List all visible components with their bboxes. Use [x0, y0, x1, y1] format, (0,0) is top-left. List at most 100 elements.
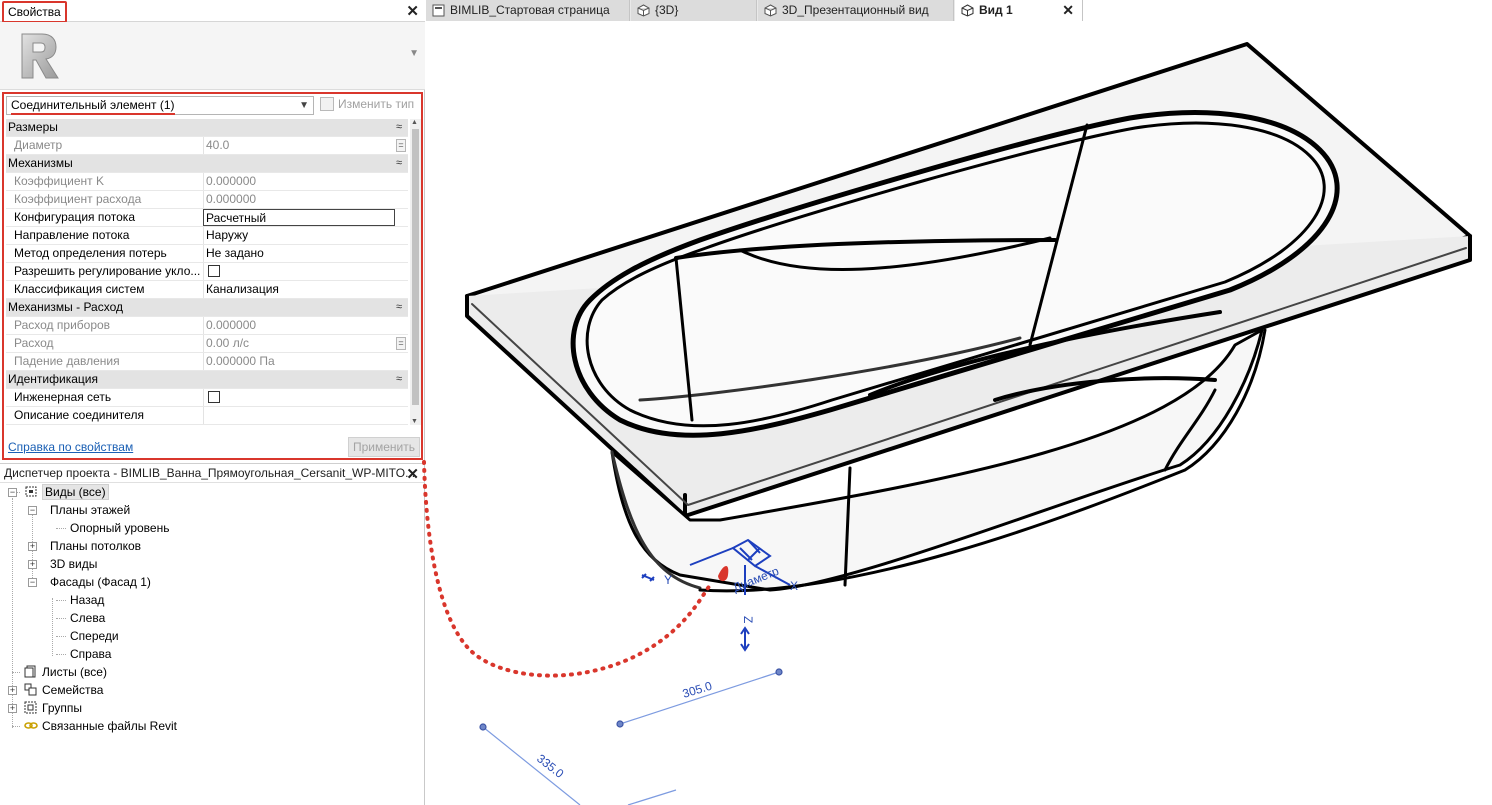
scrollbar-thumb[interactable] — [412, 129, 419, 405]
tree-node-front[interactable]: Спереди — [70, 628, 119, 646]
tree-node-left[interactable]: Слева — [70, 610, 105, 628]
revit-page-icon — [432, 4, 445, 17]
3d-cube-icon — [961, 4, 974, 17]
property-name: Коэффициент K — [14, 174, 104, 188]
type-selector[interactable]: Соединительный элемент (1) ▼ — [6, 96, 314, 115]
collapse-group-icon[interactable]: ≈ — [396, 119, 402, 136]
edit-type-label: Изменить тип — [338, 97, 415, 111]
property-group-label: Идентификация — [8, 372, 98, 386]
property-group-header[interactable]: Механизмы - Расход ≈ — [6, 299, 408, 317]
expand-toggle[interactable]: + — [8, 686, 17, 695]
tab-start-page[interactable]: BIMLIB_Стартовая страница — [426, 0, 630, 21]
tab-3d[interactable]: {3D} — [631, 0, 757, 21]
tree-guide — [56, 618, 66, 619]
scroll-down-icon[interactable]: ▼ — [411, 418, 418, 425]
type-preview: ▼ — [0, 22, 425, 90]
property-group-header[interactable]: Механизмы ≈ — [6, 155, 408, 173]
apply-button[interactable]: Применить — [348, 437, 420, 457]
tree-node-label: Связанные файлы Revit — [42, 719, 178, 733]
tree-guide — [12, 726, 20, 727]
tab-view-1[interactable]: Вид 1 ✕ — [955, 0, 1083, 21]
tree-node-label: Семейства — [42, 683, 104, 697]
collapse-group-icon[interactable]: ≈ — [396, 299, 402, 316]
scroll-up-icon[interactable]: ▲ — [411, 119, 418, 126]
property-row: Расход 0.00 л/с = — [6, 335, 408, 353]
property-row: Падение давления 0.000000 Па — [6, 353, 408, 371]
property-checkbox[interactable] — [208, 265, 220, 277]
property-name: Коэффициент расхода — [14, 192, 142, 206]
tab-bar-fill — [1082, 0, 1492, 21]
tree-node-back[interactable]: Назад — [70, 592, 104, 610]
property-value[interactable] — [203, 263, 395, 280]
3d-cube-icon — [637, 4, 650, 17]
tree-node-label: Виды (все) — [42, 484, 109, 500]
tree-node-facades[interactable]: Фасады (Фасад 1) — [50, 574, 151, 592]
edit-type-button[interactable]: Изменить тип — [317, 96, 421, 115]
collapse-toggle[interactable]: − — [28, 578, 37, 587]
property-name: Расход — [14, 336, 54, 350]
property-value[interactable]: Не задано — [203, 245, 395, 262]
tree-node-sheets[interactable]: Листы (все) — [24, 664, 107, 682]
property-row: Описание соединителя — [6, 407, 408, 425]
close-properties-icon[interactable]: ✕ — [406, 2, 419, 20]
left-panel: Свойства ✕ ▼ Соединительный элемент (1) … — [0, 0, 425, 805]
tab-label: BIMLIB_Стартовая страница — [450, 3, 610, 17]
tree-node-views[interactable]: Виды (все) — [24, 484, 109, 502]
properties-title: Свойства — [2, 1, 67, 23]
tree-guide — [56, 636, 66, 637]
property-row: Диаметр 40.0 = — [6, 137, 408, 155]
preview-dropdown-icon[interactable]: ▼ — [409, 48, 419, 59]
property-value[interactable]: Расчетный — [203, 209, 395, 226]
property-name: Классификация систем — [14, 282, 145, 296]
expand-toggle[interactable]: + — [28, 560, 37, 569]
property-group-header[interactable]: Идентификация ≈ — [6, 371, 408, 389]
property-value[interactable]: Наружу — [203, 227, 395, 244]
view-tab-bar: BIMLIB_Стартовая страница {3D} 3D_Презен… — [426, 0, 1492, 21]
tree-node-3d-views[interactable]: 3D виды — [50, 556, 97, 574]
expand-toggle[interactable]: + — [8, 704, 17, 713]
property-value[interactable]: Канализация — [203, 281, 395, 298]
property-group-label: Механизмы — [8, 156, 73, 170]
tab-label: {3D} — [655, 3, 679, 17]
property-group-header[interactable]: Размеры ≈ — [6, 119, 408, 137]
tree-node-groups[interactable]: Группы — [24, 700, 82, 718]
tree-guide — [52, 598, 53, 656]
tree-guide — [56, 528, 66, 529]
tab-3d-presentation[interactable]: 3D_Презентационный вид — [758, 0, 954, 21]
property-row: Коэффициент K 0.000000 — [6, 173, 408, 191]
properties-help-link[interactable]: Справка по свойствам — [8, 440, 133, 454]
property-value[interactable] — [203, 389, 395, 406]
tree-node-ref-level[interactable]: Опорный уровень — [70, 520, 169, 538]
tree-node-label: Группы — [42, 701, 82, 715]
tree-node-floor-plans[interactable]: Планы этажей — [50, 502, 130, 520]
link-icon — [24, 722, 38, 729]
close-project-browser-icon[interactable]: ✕ — [406, 465, 419, 482]
property-name: Диаметр — [14, 138, 63, 152]
property-name: Метод определения потерь — [14, 246, 167, 260]
tree-node-right[interactable]: Справа — [70, 646, 111, 664]
tree-node-ceiling-plans[interactable]: Планы потолков — [50, 538, 141, 556]
tree-node-families[interactable]: Семейства — [24, 682, 103, 700]
property-value: 0.000000 Па — [203, 353, 395, 370]
views-icon — [25, 486, 37, 497]
property-group-label: Механизмы - Расход — [8, 300, 124, 314]
property-checkbox[interactable] — [208, 391, 220, 403]
properties-scrollbar[interactable]: ▲ ▼ — [410, 119, 421, 425]
property-row: Разрешить регулирование укло... — [6, 263, 408, 281]
tree-node-label: Листы (все) — [42, 665, 107, 679]
property-group-label: Размеры — [8, 120, 58, 134]
associate-parameter-icon[interactable]: = — [396, 139, 406, 152]
associate-parameter-icon[interactable]: = — [396, 337, 406, 350]
properties-header: Свойства ✕ — [0, 0, 425, 23]
collapse-toggle[interactable]: − — [8, 488, 17, 497]
property-value[interactable] — [203, 407, 395, 424]
tree-node-linked-files[interactable]: Связанные файлы Revit — [24, 718, 177, 736]
property-row: Конфигурация потока Расчетный — [6, 209, 408, 227]
collapse-toggle[interactable]: − — [28, 506, 37, 515]
expand-toggle[interactable]: + — [28, 542, 37, 551]
property-value: 0.000000 — [203, 191, 395, 208]
collapse-group-icon[interactable]: ≈ — [396, 371, 402, 388]
collapse-group-icon[interactable]: ≈ — [396, 155, 402, 172]
close-tab-icon[interactable]: ✕ — [1062, 0, 1074, 21]
project-browser-header: Диспетчер проекта - BIMLIB_Ванна_Прямоуг… — [0, 463, 425, 483]
